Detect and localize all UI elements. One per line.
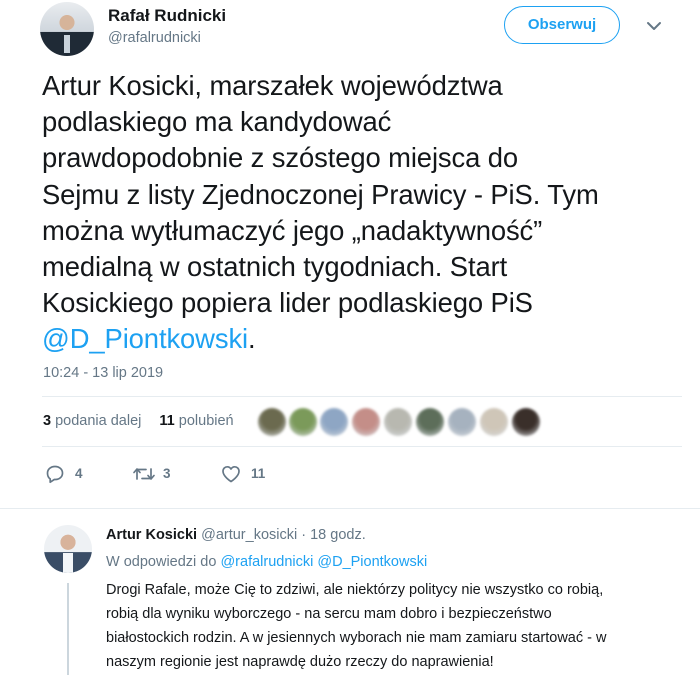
liker-avatar[interactable] (258, 408, 286, 436)
tweet-text-end: . (248, 323, 256, 355)
author-handle[interactable]: @rafalrudnicki (108, 30, 201, 46)
tweet-stats: 3 podania dalej 11 polubień (43, 413, 234, 429)
liker-avatar[interactable] (480, 408, 508, 436)
liker-avatar[interactable] (512, 408, 540, 436)
tweet-text-line: prawdopodobnie z szóstego miejsca do (42, 142, 519, 174)
tweet-text-line: Kosickiego popiera lider podlaskiego PiS (42, 287, 533, 319)
reply-author-name[interactable]: Artur Kosicki (106, 527, 197, 543)
retweet-label[interactable]: podania dalej (55, 413, 141, 429)
reply-text-line: naszym regionie jest naprawdę dużo rzecz… (106, 654, 494, 670)
tweet-text-line: Artur Kosicki, marszałek województwa (42, 70, 503, 101)
liker-avatar[interactable] (416, 408, 444, 436)
liker-avatar[interactable] (448, 408, 476, 436)
liker-avatar[interactable] (384, 408, 412, 436)
reply-separator: · (301, 527, 307, 543)
tweet-text-line: medialną w ostatnich tygodniach. Start (42, 251, 508, 283)
reply-count: 4 (75, 466, 83, 481)
retweet-action-count: 3 (163, 466, 171, 481)
reply-action[interactable]: 4 (44, 463, 104, 485)
author-name[interactable]: Rafał Rudnicki (108, 6, 226, 26)
heart-icon (222, 465, 240, 483)
reply-author-handle[interactable]: @artur_kosicki (201, 527, 297, 543)
reply-time[interactable]: 18 godz. (310, 527, 366, 543)
tweet-timestamp[interactable]: 10:24 - 13 lip 2019 (43, 365, 163, 381)
divider (42, 446, 682, 447)
like-action-count: 11 (251, 466, 266, 481)
retweet-icon (133, 468, 155, 480)
reply-text-line: Drogi Rafale, może Cię to zdziwi, ale ni… (106, 582, 604, 598)
tweet-text-line-last: @D_Piontkowski. (42, 321, 682, 357)
tweet-text: Artur Kosicki, marszałek województwa pod… (42, 68, 682, 358)
reply-author-avatar[interactable] (44, 525, 92, 573)
mention-link[interactable]: @D_Piontkowski (317, 554, 427, 570)
liker-avatar[interactable] (352, 408, 380, 436)
reply-text-line: robią dla wyniku wyborczego - na sercu m… (106, 606, 552, 622)
tweet-text-line: można wytłumaczyć jego „nadaktywność” (42, 214, 543, 246)
reply-header: Artur Kosicki @artur_kosicki · 18 godz. (106, 527, 366, 543)
mention-link[interactable]: @D_Piontkowski (42, 323, 248, 354)
liker-avatar[interactable] (289, 408, 317, 436)
like-count[interactable]: 11 (159, 413, 174, 429)
reply-icon (46, 465, 64, 484)
liker-avatar[interactable] (320, 408, 348, 436)
mention-link[interactable]: @rafalrudnicki (220, 554, 313, 570)
like-label[interactable]: polubień (179, 413, 234, 429)
divider (42, 396, 682, 397)
in-reply-to-label: W odpowiedzi do (106, 554, 217, 570)
in-reply-to: W odpowiedzi do @rafalrudnicki @D_Piontk… (106, 554, 427, 570)
tweet-text-line: Sejmu z listy Zjednoczonej Prawicy - PiS… (42, 178, 599, 210)
thread-line (67, 583, 69, 675)
author-avatar[interactable] (40, 2, 94, 56)
like-action[interactable]: 11 (220, 463, 280, 485)
reply-text: Drogi Rafale, może Cię to zdziwi, ale ni… (106, 578, 666, 674)
tweet-text-line: podlaskiego ma kandydować (42, 106, 392, 138)
reply-text-line: białostockich rodzin. A w jesiennych wyb… (106, 630, 607, 646)
retweet-count[interactable]: 3 (43, 413, 51, 429)
follow-button[interactable]: Obserwuj (504, 6, 620, 44)
chevron-down-icon[interactable] (644, 16, 664, 36)
retweet-action[interactable]: 3 (132, 463, 192, 485)
